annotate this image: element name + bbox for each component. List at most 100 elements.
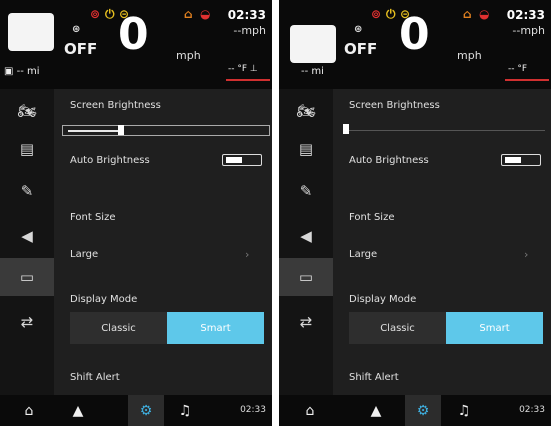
screen-brightness-label: Screen Brightness — [70, 100, 161, 111]
motorcycle-icon: 🏍 — [296, 102, 316, 120]
wrench-icon: ✎ — [299, 182, 313, 200]
controls-icon: ⇄ — [299, 313, 313, 331]
sidebar-item-dashboard[interactable]: ▤ — [279, 130, 333, 168]
navigation-icon: ▲ — [370, 402, 382, 419]
nav-navigation[interactable]: ▲ — [361, 395, 391, 426]
speed-unit: mph — [457, 49, 482, 62]
bottom-clock: 02:33 — [240, 405, 266, 415]
sidebar-item-sound[interactable]: ◀ — [0, 217, 54, 255]
sound-icon: ◀ — [21, 227, 33, 245]
power-warning-icon: ⏻ — [386, 7, 396, 21]
display-mode-smart[interactable]: Smart — [167, 312, 264, 344]
motorcycle-icon: 🏍 — [17, 102, 37, 120]
oil-warning-icon: ◒ — [479, 7, 490, 21]
temperature-indicator-line — [226, 79, 270, 81]
sidebar-item-display[interactable]: ▭ — [279, 258, 333, 296]
temperature-readout: -- °F — [508, 64, 528, 74]
brightness-slider-fill — [68, 130, 121, 132]
status-bar: ⊚ ⏻ ⊝ ⌂ ◒ ⊛ OFF 0 mph 02:33 --mph -- mi … — [279, 0, 551, 89]
temperature-indicator-line — [505, 79, 549, 81]
sidebar-item-motorcycle[interactable]: 🏍 — [0, 92, 54, 130]
font-size-label: Font Size — [349, 212, 395, 223]
font-size-value[interactable]: Large — [349, 249, 377, 260]
alt-speed: --mph — [233, 24, 266, 37]
settings-sidebar: 🏍 ▤ ✎ ◀ ▭ ⇄ — [0, 89, 54, 395]
brightness-slider[interactable] — [62, 125, 270, 136]
nav-home[interactable]: ⌂ — [14, 395, 44, 426]
display-mode-classic[interactable]: Classic — [70, 312, 167, 344]
shift-alert-label: Shift Alert — [349, 372, 399, 383]
brightness-slider-track — [345, 130, 545, 131]
sidebar-item-controls[interactable]: ⇄ — [279, 303, 333, 341]
warning-light-panel — [8, 13, 54, 51]
screen-brightness-label: Screen Brightness — [349, 100, 440, 111]
music-icon: ♫ — [178, 402, 192, 419]
fuel-icon: ▣ — [4, 66, 14, 77]
sound-icon: ◀ — [300, 227, 312, 245]
gear-status: OFF — [64, 40, 98, 58]
nav-music[interactable]: ♫ — [449, 395, 479, 426]
display-mode-smart[interactable]: Smart — [446, 312, 543, 344]
display-mode-label: Display Mode — [70, 294, 138, 305]
coolant-icon: ⊥ — [249, 64, 258, 74]
engine-check-icon: ⌂ — [184, 7, 193, 21]
clock: 02:33 — [506, 8, 545, 22]
font-size-value[interactable]: Large — [70, 249, 98, 260]
speed-readout: 0 — [399, 9, 430, 60]
home-icon: ⌂ — [305, 402, 315, 419]
sidebar-item-controls[interactable]: ⇄ — [0, 303, 54, 341]
display-mode-classic[interactable]: Classic — [349, 312, 446, 344]
range-readout: -- mi — [301, 66, 324, 77]
gear-status: OFF — [344, 40, 378, 58]
toggle-knob — [505, 157, 521, 163]
chevron-right-icon[interactable]: › — [524, 248, 528, 261]
sidebar-item-maintenance[interactable]: ✎ — [0, 172, 54, 210]
cruise-icon: ⊛ — [354, 24, 363, 35]
warning-light-panel — [290, 25, 336, 63]
chevron-right-icon[interactable]: › — [245, 248, 249, 261]
bottom-nav: ⌂ ▲ ⚙ ♫ 02:33 — [279, 395, 551, 426]
controls-icon: ⇄ — [20, 313, 34, 331]
display-icon: ▭ — [298, 268, 314, 286]
nav-home[interactable]: ⌂ — [295, 395, 325, 426]
display-mode-label: Display Mode — [349, 294, 417, 305]
oil-warning-icon: ◒ — [200, 7, 211, 21]
bottom-clock: 02:33 — [519, 405, 545, 415]
auto-brightness-toggle[interactable] — [501, 154, 541, 166]
brake-warning-icon: ⊚ — [90, 7, 101, 21]
sidebar-item-display[interactable]: ▭ — [0, 258, 54, 296]
home-icon: ⌂ — [24, 402, 34, 419]
navigation-icon: ▲ — [72, 402, 84, 419]
brake-warning-icon: ⊚ — [371, 7, 382, 21]
clock: 02:33 — [227, 8, 266, 22]
display-settings-screen-1: ⊚ ⏻ ⊝ ⌂ ◒ ⊛ OFF 0 mph 02:33 --mph ▣ -- m… — [0, 0, 272, 426]
alt-speed: --mph — [512, 24, 545, 37]
sidebar-item-motorcycle[interactable]: 🏍 — [279, 92, 333, 130]
auto-brightness-toggle[interactable] — [222, 154, 262, 166]
cruise-icon: ⊛ — [72, 24, 81, 35]
auto-brightness-label: Auto Brightness — [70, 155, 150, 166]
nav-settings[interactable]: ⚙ — [128, 395, 164, 426]
settings-icon: ⚙ — [416, 402, 430, 419]
brightness-slider-knob[interactable] — [118, 125, 124, 135]
display-icon: ▭ — [19, 268, 35, 286]
speed-unit: mph — [176, 49, 201, 62]
nav-settings[interactable]: ⚙ — [405, 395, 441, 426]
temperature-readout: -- °F ⊥ — [228, 64, 258, 74]
sidebar-item-sound[interactable]: ◀ — [279, 217, 333, 255]
settings-icon: ⚙ — [139, 402, 153, 419]
brightness-slider[interactable] — [341, 124, 549, 136]
wrench-icon: ✎ — [20, 182, 34, 200]
nav-navigation[interactable]: ▲ — [63, 395, 93, 426]
shift-alert-label: Shift Alert — [70, 372, 120, 383]
font-size-label: Font Size — [70, 212, 116, 223]
engine-check-icon: ⌂ — [463, 7, 472, 21]
range-readout: ▣ -- mi — [4, 66, 40, 77]
sidebar-item-dashboard[interactable]: ▤ — [0, 130, 54, 168]
bottom-nav: ⌂ ▲ ⚙ ♫ 02:33 — [0, 395, 272, 426]
auto-brightness-label: Auto Brightness — [349, 155, 429, 166]
brightness-slider-knob[interactable] — [343, 124, 349, 134]
nav-music[interactable]: ♫ — [170, 395, 200, 426]
sidebar-item-maintenance[interactable]: ✎ — [279, 172, 333, 210]
display-mode-selector: Classic Smart — [349, 312, 543, 344]
